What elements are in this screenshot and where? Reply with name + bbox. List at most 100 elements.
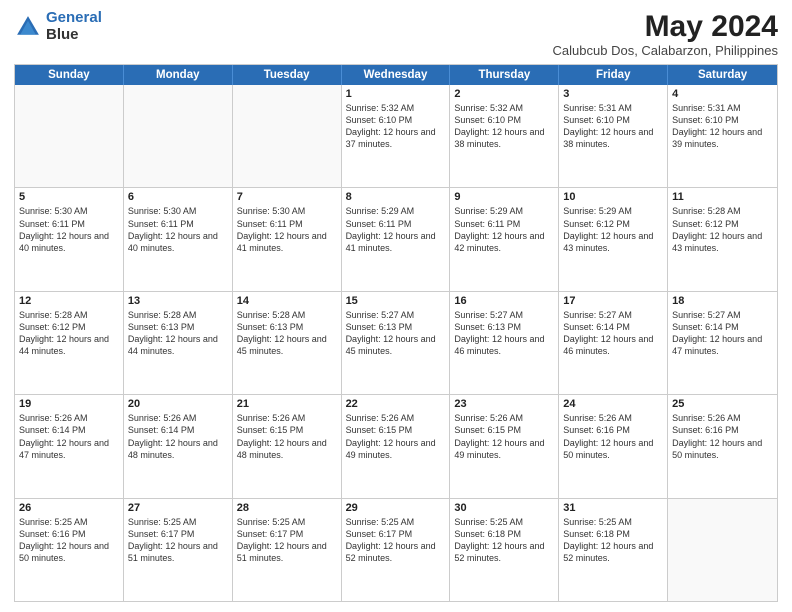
day-header-sunday: Sunday [15,65,124,85]
header: General Blue May 2024 Calubcub Dos, Cala… [14,10,778,58]
day-cell-20: 20 Sunrise: 5:26 AM Sunset: 6:14 PM Dayli… [124,395,233,497]
day-number: 15 [346,295,446,307]
day-number: 17 [563,295,663,307]
day-number: 16 [454,295,554,307]
day-info: Sunrise: 5:28 AM Sunset: 6:12 PM Dayligh… [672,205,773,254]
day-cell-22: 22 Sunrise: 5:26 AM Sunset: 6:15 PM Dayli… [342,395,451,497]
day-info: Sunrise: 5:25 AM Sunset: 6:18 PM Dayligh… [563,516,663,565]
day-info: Sunrise: 5:28 AM Sunset: 6:12 PM Dayligh… [19,309,119,358]
day-info: Sunrise: 5:30 AM Sunset: 6:11 PM Dayligh… [19,205,119,254]
day-cell-3: 3Sunrise: 5:31 AM Sunset: 6:10 PM Daylig… [559,85,668,187]
day-cell-10: 10Sunrise: 5:29 AM Sunset: 6:12 PM Dayli… [559,188,668,290]
day-cell-21: 21 Sunrise: 5:26 AM Sunset: 6:15 PM Dayli… [233,395,342,497]
title-block: May 2024 Calubcub Dos, Calabarzon, Phili… [553,10,778,58]
day-number: 1 [346,88,446,100]
main-title: May 2024 [553,10,778,43]
day-info: Sunrise: 5:25 AM Sunset: 6:17 PM Dayligh… [346,516,446,565]
day-cell-15: 15 Sunrise: 5:27 AM Sunset: 6:13 PM Dayli… [342,292,451,394]
day-number: 12 [19,295,119,307]
brand-line2: Blue [46,27,102,44]
calendar-header: SundayMondayTuesdayWednesdayThursdayFrid… [15,65,777,85]
day-cell-27: 27Sunrise: 5:25 AM Sunset: 6:17 PM Dayli… [124,499,233,601]
subtitle: Calubcub Dos, Calabarzon, Philippines [553,43,778,58]
day-info: Sunrise: 5:26 AM Sunset: 6:14 PM Dayligh… [128,412,228,461]
day-cell-23: 23Sunrise: 5:26 AM Sunset: 6:15 PM Dayli… [450,395,559,497]
day-number: 5 [19,191,119,203]
day-number: 14 [237,295,337,307]
day-header-thursday: Thursday [450,65,559,85]
day-number: 11 [672,191,773,203]
day-info: Sunrise: 5:30 AM Sunset: 6:11 PM Dayligh… [237,205,337,254]
day-info: Sunrise: 5:25 AM Sunset: 6:17 PM Dayligh… [237,516,337,565]
day-number: 7 [237,191,337,203]
day-cell-16: 16 Sunrise: 5:27 AM Sunset: 6:13 PM Dayli… [450,292,559,394]
day-number: 3 [563,88,663,100]
day-number: 8 [346,191,446,203]
day-info: Sunrise: 5:25 AM Sunset: 6:18 PM Dayligh… [454,516,554,565]
day-number: 18 [672,295,773,307]
day-number: 2 [454,88,554,100]
day-cell-14: 14Sunrise: 5:28 AM Sunset: 6:13 PM Dayli… [233,292,342,394]
day-header-monday: Monday [124,65,233,85]
day-number: 23 [454,398,554,410]
day-info: Sunrise: 5:30 AM Sunset: 6:11 PM Dayligh… [128,205,228,254]
day-header-wednesday: Wednesday [342,65,451,85]
day-number: 22 [346,398,446,410]
day-header-saturday: Saturday [668,65,777,85]
day-number: 30 [454,502,554,514]
day-cell-1: 1Sunrise: 5:32 AM Sunset: 6:10 PM Daylig… [342,85,451,187]
day-info: Sunrise: 5:25 AM Sunset: 6:16 PM Dayligh… [19,516,119,565]
day-info: Sunrise: 5:26 AM Sunset: 6:15 PM Dayligh… [346,412,446,461]
day-number: 29 [346,502,446,514]
empty-cell [233,85,342,187]
day-info: Sunrise: 5:27 AM Sunset: 6:13 PM Dayligh… [346,309,446,358]
calendar: SundayMondayTuesdayWednesdayThursdayFrid… [14,64,778,602]
day-number: 9 [454,191,554,203]
calendar-body: 1Sunrise: 5:32 AM Sunset: 6:10 PM Daylig… [15,85,777,601]
day-number: 21 [237,398,337,410]
day-info: Sunrise: 5:27 AM Sunset: 6:13 PM Dayligh… [454,309,554,358]
day-info: Sunrise: 5:26 AM Sunset: 6:14 PM Dayligh… [19,412,119,461]
page: General Blue May 2024 Calubcub Dos, Cala… [0,0,792,612]
day-cell-12: 12 Sunrise: 5:28 AM Sunset: 6:12 PM Dayli… [15,292,124,394]
day-cell-24: 24 Sunrise: 5:26 AM Sunset: 6:16 PM Dayli… [559,395,668,497]
day-cell-13: 13Sunrise: 5:28 AM Sunset: 6:13 PM Dayli… [124,292,233,394]
day-cell-2: 2Sunrise: 5:32 AM Sunset: 6:10 PM Daylig… [450,85,559,187]
day-cell-29: 29 Sunrise: 5:25 AM Sunset: 6:17 PM Dayli… [342,499,451,601]
day-number: 28 [237,502,337,514]
day-number: 19 [19,398,119,410]
day-cell-25: 25 Sunrise: 5:26 AM Sunset: 6:16 PM Dayli… [668,395,777,497]
day-info: Sunrise: 5:26 AM Sunset: 6:15 PM Dayligh… [237,412,337,461]
day-header-tuesday: Tuesday [233,65,342,85]
day-info: Sunrise: 5:26 AM Sunset: 6:16 PM Dayligh… [563,412,663,461]
week-row-5: 26 Sunrise: 5:25 AM Sunset: 6:16 PM Dayli… [15,499,777,601]
day-number: 24 [563,398,663,410]
day-cell-19: 19 Sunrise: 5:26 AM Sunset: 6:14 PM Dayli… [15,395,124,497]
day-cell-8: 8 Sunrise: 5:29 AM Sunset: 6:11 PM Daylig… [342,188,451,290]
day-cell-7: 7 Sunrise: 5:30 AM Sunset: 6:11 PM Daylig… [233,188,342,290]
empty-cell [124,85,233,187]
day-number: 26 [19,502,119,514]
empty-cell [15,85,124,187]
day-header-friday: Friday [559,65,668,85]
day-cell-9: 9Sunrise: 5:29 AM Sunset: 6:11 PM Daylig… [450,188,559,290]
day-info: Sunrise: 5:26 AM Sunset: 6:16 PM Dayligh… [672,412,773,461]
day-cell-30: 30 Sunrise: 5:25 AM Sunset: 6:18 PM Dayli… [450,499,559,601]
week-row-2: 5 Sunrise: 5:30 AM Sunset: 6:11 PM Daylig… [15,188,777,291]
day-info: Sunrise: 5:27 AM Sunset: 6:14 PM Dayligh… [563,309,663,358]
brand-line1: General [46,9,102,26]
day-number: 25 [672,398,773,410]
day-cell-4: 4Sunrise: 5:31 AM Sunset: 6:10 PM Daylig… [668,85,777,187]
day-cell-28: 28 Sunrise: 5:25 AM Sunset: 6:17 PM Dayli… [233,499,342,601]
day-number: 6 [128,191,228,203]
day-cell-5: 5 Sunrise: 5:30 AM Sunset: 6:11 PM Daylig… [15,188,124,290]
day-cell-6: 6 Sunrise: 5:30 AM Sunset: 6:11 PM Daylig… [124,188,233,290]
day-cell-17: 17 Sunrise: 5:27 AM Sunset: 6:14 PM Dayli… [559,292,668,394]
week-row-4: 19 Sunrise: 5:26 AM Sunset: 6:14 PM Dayli… [15,395,777,498]
day-cell-18: 18Sunrise: 5:27 AM Sunset: 6:14 PM Dayli… [668,292,777,394]
logo-icon [14,13,42,41]
day-number: 20 [128,398,228,410]
day-info: Sunrise: 5:29 AM Sunset: 6:11 PM Dayligh… [346,205,446,254]
week-row-3: 12 Sunrise: 5:28 AM Sunset: 6:12 PM Dayli… [15,292,777,395]
day-cell-31: 31Sunrise: 5:25 AM Sunset: 6:18 PM Dayli… [559,499,668,601]
